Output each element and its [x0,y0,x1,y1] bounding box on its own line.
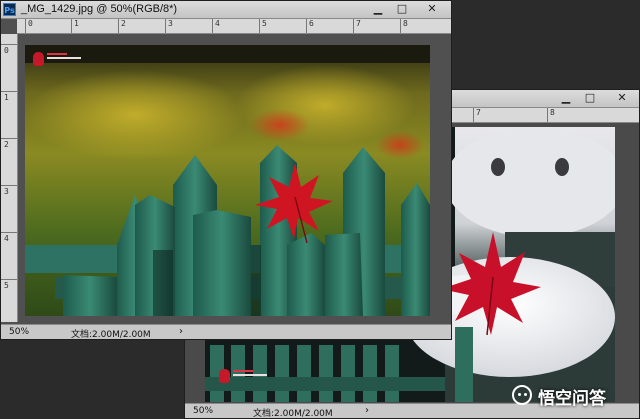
front-image-canvas[interactable] [25,45,430,316]
back-maximize-button[interactable]: □ [579,91,601,105]
back-document-size: 文档:2.00M/2.00M [253,409,333,419]
ruler-label: 0 [28,19,33,28]
ruler-label: 3 [168,19,173,28]
ruler-label: 4 [4,234,9,243]
front-title-bar[interactable]: Ps _MG_1429.jpg @ 50%(RGB/8*) ▁ □ ✕ [1,1,451,19]
back-close-button[interactable]: ✕ [611,91,633,105]
front-minimize-button[interactable]: ▁ [367,2,389,16]
ruler-label: 6 [309,19,314,28]
front-zoom-level[interactable]: 50% [9,327,29,337]
wukong-brand-overlay: 悟空问答 [512,384,636,409]
front-status-menu-arrow[interactable]: › [179,326,183,337]
back-ruler-label: 8 [550,108,555,117]
ruler-label: 1 [4,93,9,102]
back-zoom-level[interactable]: 50% [193,406,213,416]
wukong-icon [512,385,532,405]
ruler-label: 0 [4,46,9,55]
ruler-label: 4 [215,19,220,28]
ruler-label: 5 [262,19,267,28]
ruler-label: 1 [74,19,79,28]
front-document-window[interactable]: Ps _MG_1429.jpg @ 50%(RGB/8*) ▁ □ ✕ 0 1 … [0,0,452,340]
autumn-fence-photo [25,45,430,316]
photoshop-icon: Ps [3,3,16,16]
front-horizontal-ruler: 0 1 2 3 4 5 6 7 8 [17,19,451,34]
front-vertical-ruler: 0 1 2 3 4 5 [1,34,18,322]
front-document-size: 文档:2.00M/2.00M [71,330,151,340]
ruler-label: 3 [4,187,9,196]
brand-text: 悟空问答 [538,389,606,409]
ruler-label: 5 [4,281,9,290]
back-image-watermark [219,369,269,385]
ruler-label: 2 [4,140,9,149]
front-image-watermark [33,52,83,68]
front-maximize-button[interactable]: □ [391,2,413,16]
back-ruler-label: 7 [476,108,481,117]
front-close-button[interactable]: ✕ [421,2,443,16]
ruler-label: 2 [121,19,126,28]
back-status-menu-arrow[interactable]: › [365,405,369,416]
back-minimize-button[interactable]: ▁ [555,91,577,105]
ruler-label: 7 [356,19,361,28]
document-title: _MG_1429.jpg @ 50%(RGB/8*) [21,3,178,15]
front-status-bar: 50% 文档:2.00M/2.00M › [1,324,451,340]
ruler-label: 8 [403,19,408,28]
